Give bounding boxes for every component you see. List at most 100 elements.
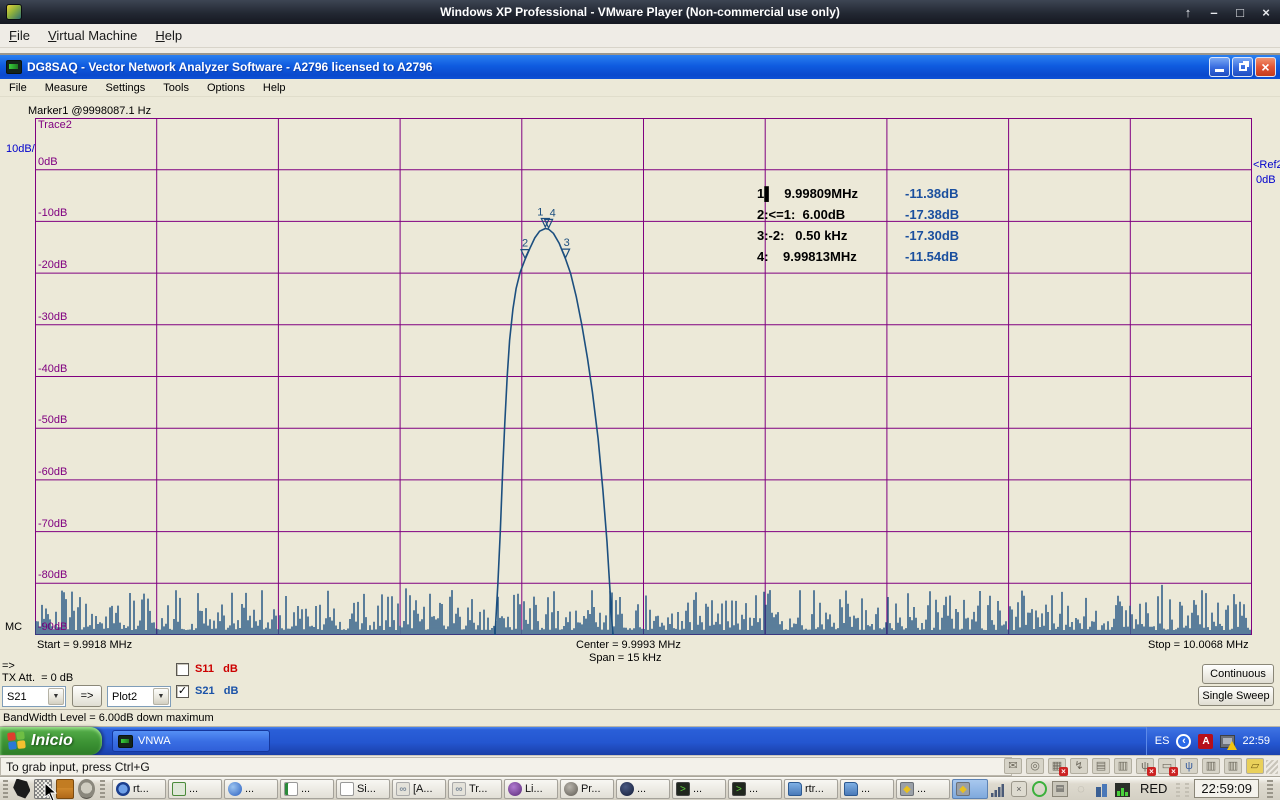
window-button-terminal[interactable]: >...: [728, 779, 782, 799]
mail-icon[interactable]: ✉: [1004, 758, 1022, 774]
window-button-writer[interactable]: Si...: [336, 779, 390, 799]
host-clock[interactable]: 22:59:09: [1194, 779, 1259, 798]
plot-area[interactable]: -90dB 1423 Trace2 0dB-10dB-20dB-30dB-40d…: [35, 118, 1252, 635]
display-icon[interactable]: ▭: [1158, 758, 1176, 774]
vmware-titlebar[interactable]: Windows XP Professional - VMware Player …: [0, 0, 1280, 24]
panel-drag-handle[interactable]: [100, 780, 105, 798]
y-axis-label: -60dB: [38, 466, 67, 478]
network-name-label[interactable]: RED: [1140, 781, 1167, 796]
window-button-folder[interactable]: rtr...: [784, 779, 838, 799]
vmware-menubar: FileVirtual MachineHelp: [0, 24, 1280, 48]
stop-frequency-label: Stop = 10.0068 MHz: [1148, 639, 1249, 651]
vnwa-menu-help[interactable]: Help: [254, 80, 295, 96]
vnwa-menu-tools[interactable]: Tools: [154, 80, 198, 96]
chat-offline-icon[interactable]: ×: [1011, 781, 1027, 797]
system-monitor-icon[interactable]: [1115, 781, 1131, 797]
camera-launcher-icon[interactable]: [78, 779, 95, 799]
language-indicator[interactable]: ES: [1155, 735, 1170, 747]
harddisk-icon[interactable]: ▥: [1114, 758, 1132, 774]
marker-header: Marker1 @9998087.1 Hz: [28, 105, 151, 117]
vnwa-menu-measure[interactable]: Measure: [36, 80, 97, 96]
xp-taskbar: Inicio VNWA ES ‹ A 22:59: [0, 727, 1280, 755]
status-ring-icon[interactable]: [1032, 781, 1047, 797]
print-queue-icon[interactable]: ▤: [1052, 781, 1068, 797]
window-button-vmware[interactable]: ◆...: [896, 779, 950, 799]
vnwa-window-title: DG8SAQ - Vector Network Analyzer Softwar…: [27, 60, 432, 74]
continuous-button[interactable]: Continuous: [1202, 664, 1274, 684]
vnwa-titlebar[interactable]: DG8SAQ - Vector Network Analyzer Softwar…: [0, 55, 1280, 79]
trace-plot[interactable]: 1423: [35, 118, 1252, 635]
window-button-pdf-viewer[interactable]: ∞Tr...: [448, 779, 502, 799]
cd-icon[interactable]: ◎: [1026, 758, 1044, 774]
menu-help[interactable]: Help: [146, 25, 191, 46]
resize-grip[interactable]: [1266, 760, 1278, 774]
hide-icons-chevron-icon[interactable]: ‹: [1176, 734, 1191, 749]
maximize-icon[interactable]: □: [1232, 5, 1248, 20]
vm-tools-warning-icon[interactable]: [1220, 735, 1235, 748]
close-icon[interactable]: ×: [1258, 5, 1274, 20]
panel-drag-handle[interactable]: [3, 780, 8, 798]
floppy-icon[interactable]: ▦: [1048, 758, 1066, 774]
spreadsheet-icon: [284, 782, 298, 796]
taskbar-task-vnwa[interactable]: VNWA: [112, 730, 270, 752]
s21-checkbox[interactable]: ✓: [176, 685, 189, 698]
panel-drag-handle[interactable]: [1267, 780, 1273, 798]
harddisk2-icon[interactable]: ▥: [1202, 758, 1220, 774]
window-button-terminal[interactable]: >...: [672, 779, 726, 799]
menu-file[interactable]: File: [0, 25, 39, 46]
window-button-spreadsheet[interactable]: ...: [280, 779, 334, 799]
window-button-gimp[interactable]: Pr...: [560, 779, 614, 799]
printer-icon[interactable]: ▤: [1092, 758, 1110, 774]
folder-icon: [788, 782, 802, 796]
y-axis-label: -10dB: [38, 207, 67, 219]
vnwa-menu-options[interactable]: Options: [198, 80, 254, 96]
y-axis-label: -40dB: [38, 363, 67, 375]
planet-icon: [620, 782, 634, 796]
vnwa-statusbar: BandWidth Level = 6.00dB down maximum: [0, 709, 1280, 727]
vnwa-menu-settings[interactable]: Settings: [97, 80, 155, 96]
pdf-viewer-icon: ∞: [452, 782, 466, 796]
s11-checkbox[interactable]: [176, 663, 189, 676]
plot-select[interactable]: Plot2 ▼: [107, 686, 171, 707]
marker-4-label: 4: [550, 207, 556, 219]
audio-levels-icon[interactable]: [1094, 781, 1110, 797]
window-button-media-player[interactable]: rt...: [112, 779, 166, 799]
s-parameter-select[interactable]: S21 ▼: [2, 686, 66, 707]
window-button-pdf-viewer[interactable]: ∞[A...: [392, 779, 446, 799]
usb-disabled-icon[interactable]: ψ: [1136, 758, 1154, 774]
map-trace-button[interactable]: =>: [72, 685, 102, 707]
menu-virtual-machine[interactable]: Virtual Machine: [39, 25, 146, 46]
restore-button[interactable]: [1232, 57, 1253, 77]
chevron-down-icon[interactable]: ▼: [48, 688, 64, 705]
usb-icon[interactable]: ψ: [1180, 758, 1198, 774]
window-button-chat[interactable]: Li...: [504, 779, 558, 799]
single-sweep-button[interactable]: Single Sweep: [1198, 686, 1274, 706]
harddisk3-icon[interactable]: ▥: [1224, 758, 1242, 774]
app-launcher-icon[interactable]: [13, 779, 30, 799]
window-button-planet[interactable]: ...: [616, 779, 670, 799]
disc-inactive-icon[interactable]: ◌: [1073, 781, 1089, 797]
unity-mode-icon[interactable]: ↑: [1180, 5, 1196, 20]
minimize-icon[interactable]: –: [1206, 5, 1222, 20]
notes-icon[interactable]: ▱: [1246, 758, 1264, 774]
window-button-folder[interactable]: ...: [840, 779, 894, 799]
trace2-curve: [495, 229, 613, 636]
window-button-vmware[interactable]: ◆: [952, 779, 988, 799]
vnwa-task-icon: [118, 735, 133, 748]
vnwa-menu-file[interactable]: File: [0, 80, 36, 96]
window-button-text-editor[interactable]: ...: [168, 779, 222, 799]
close-button[interactable]: ×: [1255, 57, 1276, 77]
chevron-down-icon[interactable]: ▼: [153, 688, 169, 705]
writer-icon: [340, 782, 354, 796]
vmware-statusbar: To grab input, press Ctrl+G ✉◎▦↯▤▥ψ▭ψ▥▥▱: [0, 755, 1280, 776]
adobe-reader-icon[interactable]: A: [1198, 734, 1213, 749]
minimize-button[interactable]: [1209, 57, 1230, 77]
marker-readout-row-4: 4: 9.99813MHz-11.54dB: [757, 246, 959, 267]
network-signal-icon[interactable]: [990, 781, 1006, 797]
usb-plug-icon[interactable]: ↯: [1070, 758, 1088, 774]
span-label: Span = 15 kHz: [589, 652, 661, 664]
xp-clock[interactable]: 22:59: [1242, 735, 1270, 747]
marker-readout: 1▌ 9.99809MHz-11.38dB2:<=1: 6.00dB-17.38…: [757, 183, 959, 267]
start-button[interactable]: Inicio: [0, 727, 102, 755]
window-button-browser[interactable]: ...: [224, 779, 278, 799]
